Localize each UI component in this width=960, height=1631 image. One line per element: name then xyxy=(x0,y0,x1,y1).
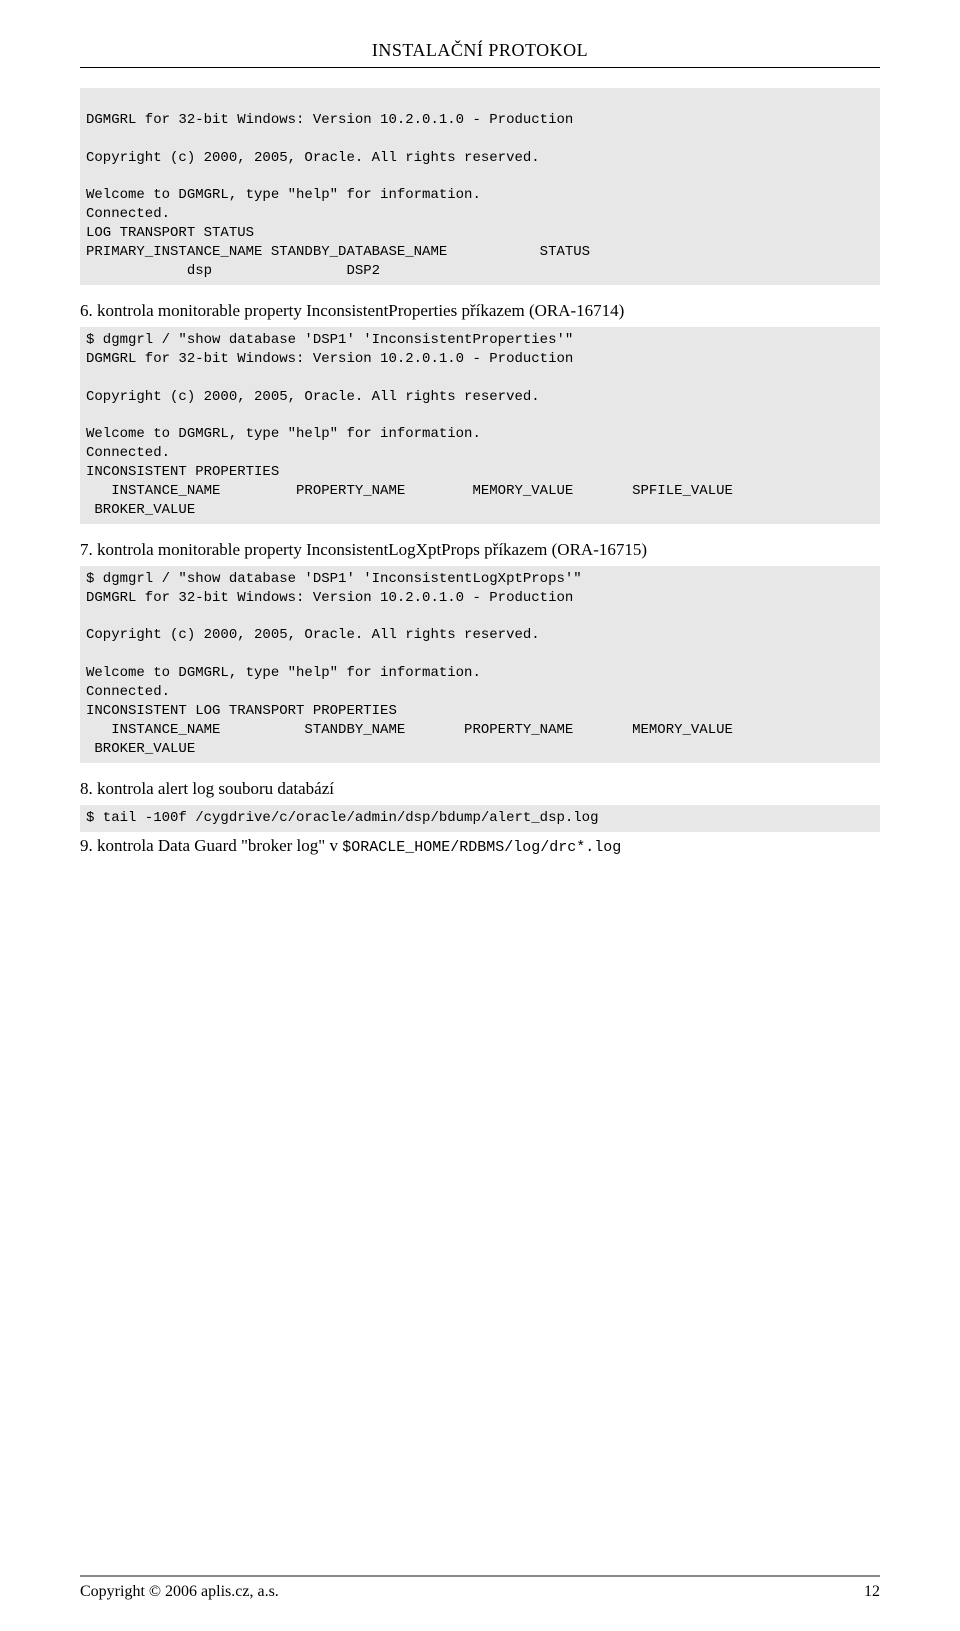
item-9-path: $ORACLE_HOME/RDBMS/log/drc*.log xyxy=(342,839,621,856)
item-7-heading: 7. kontrola monitorable property Inconsi… xyxy=(80,540,880,560)
footer-copyright: Copyright © 2006 aplis.cz, a.s. xyxy=(80,1583,279,1601)
page-header-title: INSTALAČNÍ PROTOKOL xyxy=(80,40,880,68)
footer-page-number: 12 xyxy=(864,1583,880,1601)
item-6-heading: 6. kontrola monitorable property Inconsi… xyxy=(80,301,880,321)
code-block-1: DGMGRL for 32-bit Windows: Version 10.2.… xyxy=(80,88,880,285)
item-9-line: 9. kontrola Data Guard "broker log" v $O… xyxy=(80,836,880,856)
page-footer: Copyright © 2006 aplis.cz, a.s. 12 xyxy=(80,1575,880,1601)
code-block-4: $ tail -100f /cygdrive/c/oracle/admin/ds… xyxy=(80,805,880,832)
item-8-heading: 8. kontrola alert log souboru databází xyxy=(80,779,880,799)
code-block-2: $ dgmgrl / "show database 'DSP1' 'Incons… xyxy=(80,327,880,524)
item-9-prefix: 9. kontrola Data Guard "broker log" v xyxy=(80,836,342,855)
code-block-3: $ dgmgrl / "show database 'DSP1' 'Incons… xyxy=(80,566,880,763)
